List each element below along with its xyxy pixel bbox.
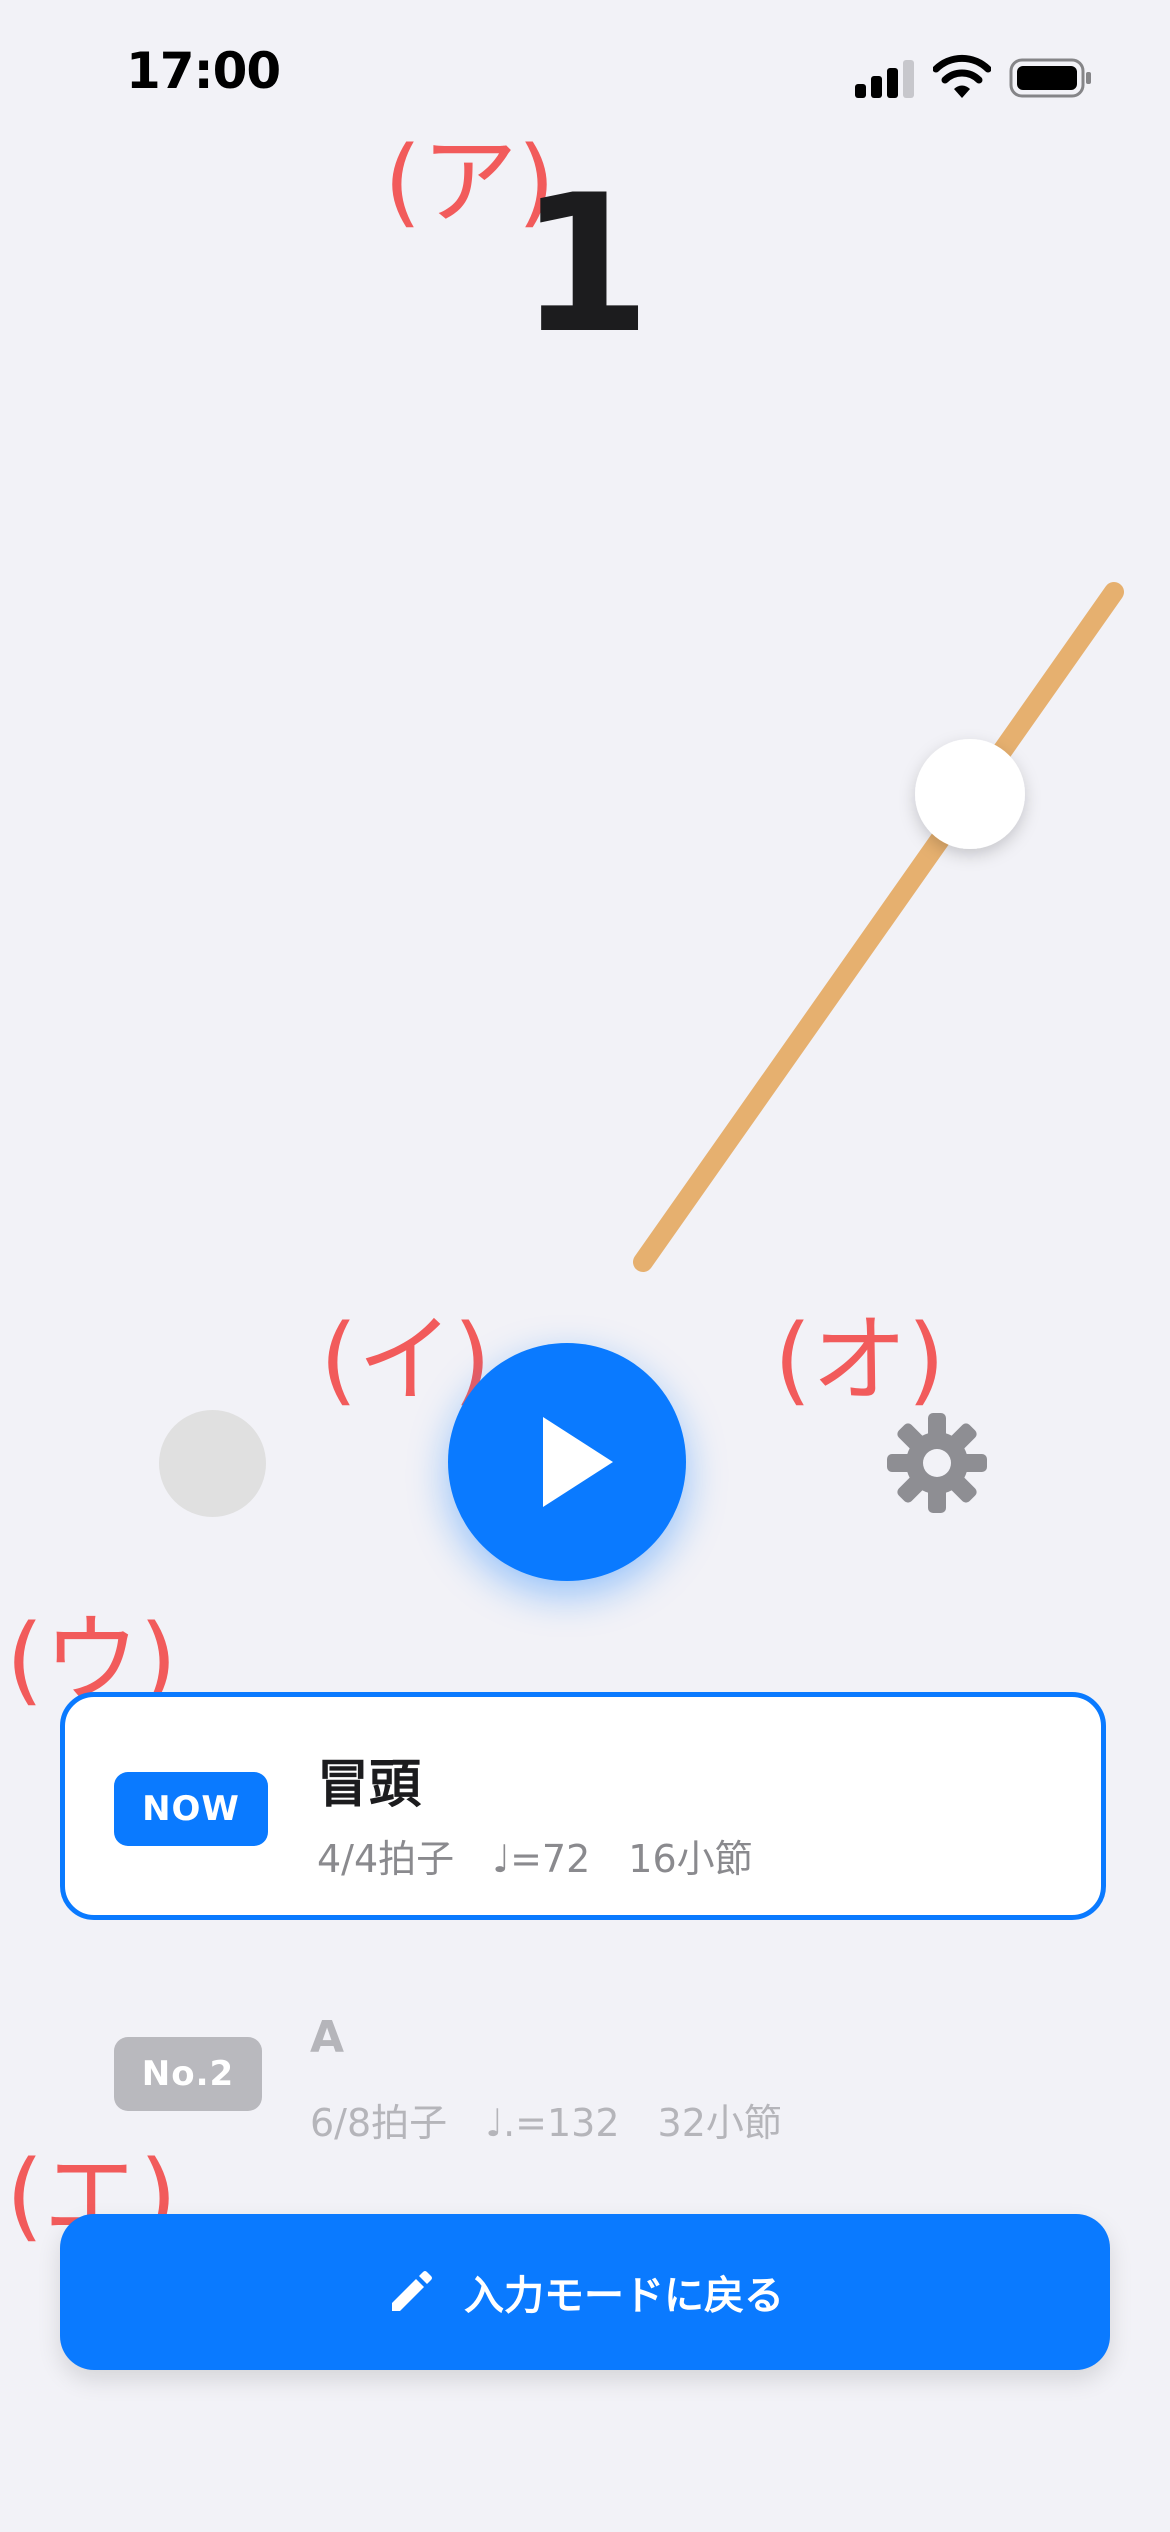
return-to-input-mode-button[interactable]: 入力モードに戻る: [60, 2214, 1110, 2370]
play-icon: [543, 1417, 613, 1507]
next-section-meta: 6/8拍子 ♩.=132 32小節: [310, 2101, 782, 2145]
return-button-label: 入力モードに戻る: [464, 2273, 784, 2319]
section-meta: 4/4拍子 ♩=72 16小節: [317, 1837, 753, 1881]
pendulum-rod: [633, 582, 1124, 1272]
gear-icon[interactable]: [887, 1413, 987, 1513]
next-section-title: A: [310, 2012, 345, 2063]
section-title: 冒頭: [317, 1755, 422, 1815]
pencil-icon: [392, 2271, 432, 2311]
section-number-badge: No.2: [114, 2037, 262, 2111]
annotation-o: (オ): [774, 1304, 945, 1416]
play-button[interactable]: [448, 1343, 686, 1581]
now-badge: NOW: [114, 1772, 268, 1846]
metronome-pendulum: [633, 582, 1124, 1272]
beat-indicator-dot: [159, 1410, 266, 1517]
pendulum-weight: [915, 739, 1025, 849]
